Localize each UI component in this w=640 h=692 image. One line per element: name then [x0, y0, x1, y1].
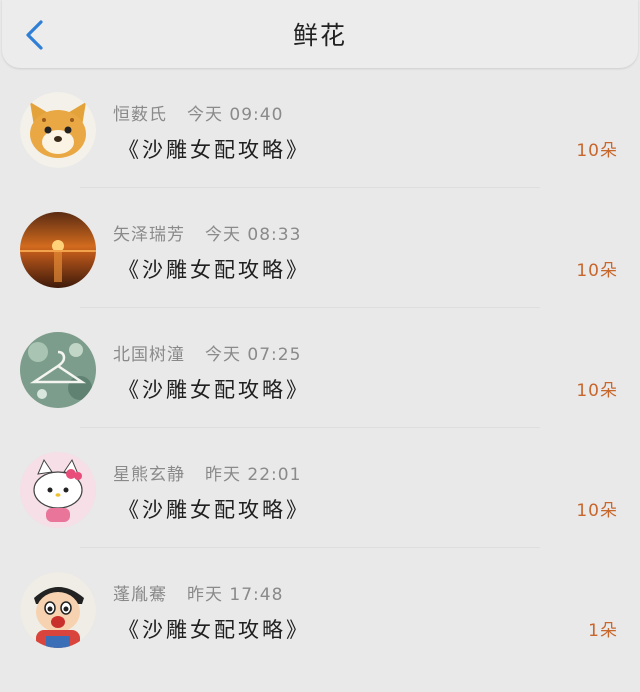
book-title[interactable]: 《沙雕女配攻略》: [118, 374, 310, 404]
flower-list: 恒薮氏 今天 09:40 《沙雕女配攻略》 10朵 矢泽瑞芳 今天 08:33 …: [0, 92, 640, 692]
timestamp: 今天 07:25: [205, 345, 302, 365]
sender-name: 恒薮氏: [113, 105, 167, 125]
sender-name: 北国树潼: [113, 345, 185, 365]
flower-count: 1朵: [588, 621, 618, 641]
sender-name: 矢泽瑞芳: [113, 225, 185, 245]
sender-name: 蓬胤騫: [113, 585, 167, 605]
hello-kitty-avatar[interactable]: [20, 452, 96, 528]
list-item[interactable]: 北国树潼 今天 07:25 《沙雕女配攻略》 10朵: [0, 332, 640, 452]
page-title: 鲜花: [292, 21, 347, 50]
flower-count: 10朵: [576, 501, 618, 521]
timestamp: 昨天 17:48: [187, 585, 284, 605]
divider: [80, 307, 540, 308]
book-title[interactable]: 《沙雕女配攻略》: [118, 614, 310, 644]
timestamp: 昨天 22:01: [205, 465, 302, 485]
book-title[interactable]: 《沙雕女配攻略》: [118, 134, 310, 164]
crayon-shin-chan-avatar[interactable]: [20, 572, 96, 648]
divider: [80, 187, 540, 188]
timestamp: 今天 09:40: [187, 105, 284, 125]
list-item[interactable]: 矢泽瑞芳 今天 08:33 《沙雕女配攻略》 10朵: [0, 212, 640, 332]
list-item[interactable]: 蓬胤騫 昨天 17:48 《沙雕女配攻略》 1朵: [0, 572, 640, 692]
book-title[interactable]: 《沙雕女配攻略》: [118, 494, 310, 524]
sender-name: 星熊玄静: [113, 465, 185, 485]
list-item[interactable]: 星熊玄静 昨天 22:01 《沙雕女配攻略》 10朵: [0, 452, 640, 572]
timestamp: 今天 08:33: [205, 225, 302, 245]
fox-avatar[interactable]: [20, 92, 96, 168]
navigation-bar: 鲜花: [2, 0, 638, 68]
flower-count: 10朵: [576, 381, 618, 401]
hanger-avatar[interactable]: [20, 332, 96, 408]
divider: [80, 547, 540, 548]
flower-count: 10朵: [576, 141, 618, 161]
sunset-avatar[interactable]: [20, 212, 96, 288]
divider: [80, 427, 540, 428]
list-item[interactable]: 恒薮氏 今天 09:40 《沙雕女配攻略》 10朵: [0, 92, 640, 212]
book-title[interactable]: 《沙雕女配攻略》: [118, 254, 310, 284]
flower-count: 10朵: [576, 261, 618, 281]
